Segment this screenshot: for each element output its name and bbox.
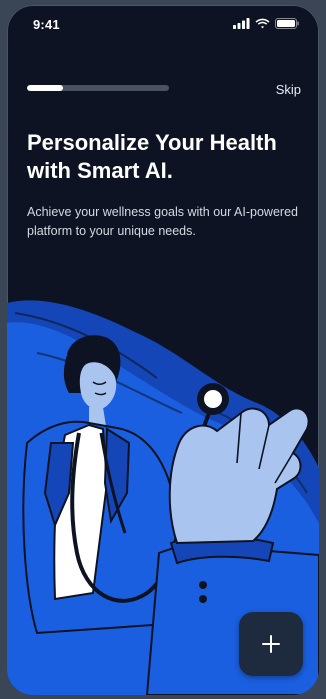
wifi-icon [255,18,270,29]
next-button[interactable] [239,612,303,676]
battery-icon [275,18,299,29]
page-subtitle: Achieve your wellness goals with our AI-… [27,205,298,238]
skip-button[interactable]: Skip [272,80,305,99]
onboarding-progress-bar [27,85,169,91]
phone-screen: 9:41 Skip Personalize Your Health with S… [7,5,319,695]
device-frame: 9:41 Skip Personalize Your Health with S… [0,0,326,699]
status-icons [233,18,299,29]
status-time: 9:41 [33,17,60,32]
plus-icon [262,635,280,653]
page-title: Personalize Your Health with Smart AI. [27,130,277,183]
progress-fill [27,85,63,91]
cellular-signal-icon [233,18,250,29]
status-bar: 9:41 [7,5,319,41]
